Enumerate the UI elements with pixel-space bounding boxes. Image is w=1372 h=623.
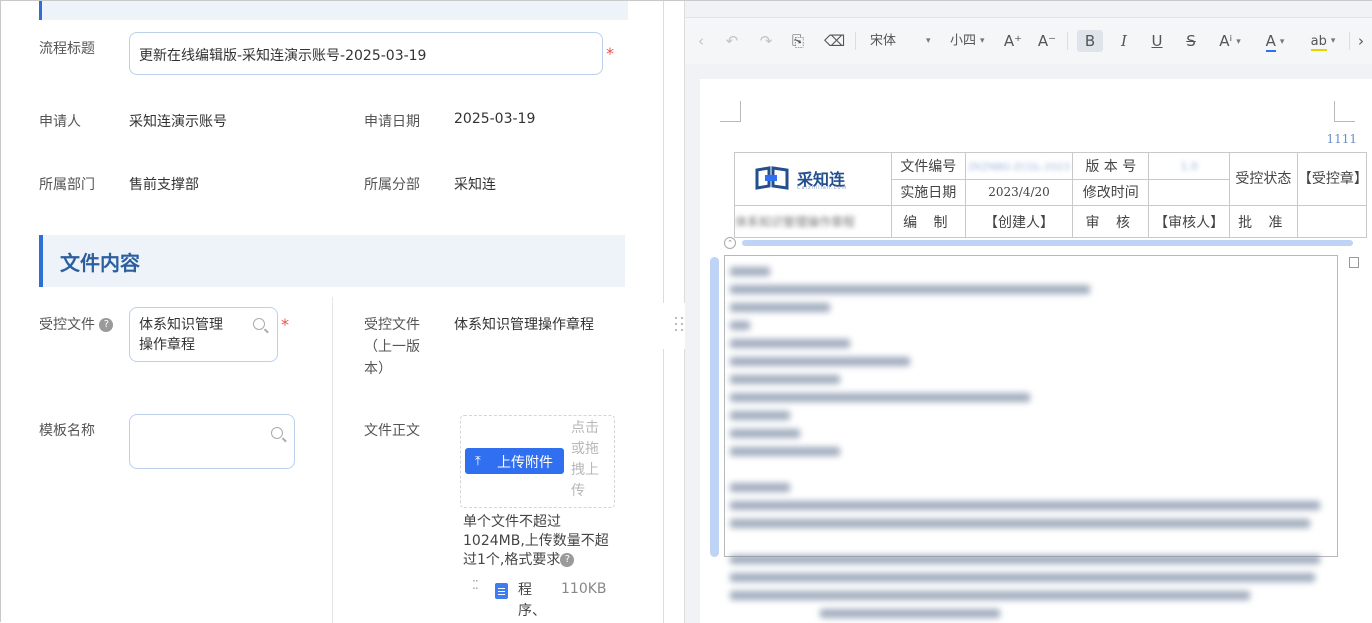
- apply-date-label: 申请日期: [364, 114, 420, 130]
- logo-subtext: Caizhilian.com: [797, 185, 848, 191]
- logo-cell: 采知连 Caizhilian.com: [734, 152, 892, 206]
- template-label: 模板名称: [39, 423, 95, 439]
- upload-icon: ⤒: [475, 454, 481, 469]
- search-icon[interactable]: [271, 427, 283, 439]
- review-value[interactable]: 【审核人】: [1148, 205, 1230, 238]
- section-title: 文件内容: [60, 251, 140, 275]
- doc-title-text: 体系知识管理操作章程: [735, 215, 856, 229]
- modify-value[interactable]: [1148, 178, 1230, 206]
- section-header-file-content: 文件内容: [39, 235, 625, 287]
- section-header-basic: [39, 1, 628, 20]
- search-icon[interactable]: [253, 318, 265, 330]
- prev-file-label: 受控文件（上一版本）: [364, 317, 420, 377]
- doc-no-value-text: ZKZNBG-ZCGL-2023: [968, 161, 1070, 173]
- status-label: 受控状态: [1228, 152, 1298, 206]
- highlight-label: ab: [1310, 33, 1327, 51]
- controlled-file-select[interactable]: 体系知识管理操作章程: [129, 307, 278, 362]
- highlight-button[interactable]: ab ▾: [1305, 30, 1341, 52]
- scroll-left-icon[interactable]: ‹: [695, 30, 707, 52]
- compile-value[interactable]: 【创建人】: [964, 205, 1074, 238]
- upload-rule: 单个文件不超过1024MB,上传数量不超过1个,格式要求?: [463, 513, 619, 570]
- scroll-right-icon[interactable]: ›: [1355, 30, 1367, 52]
- required-mark: *: [281, 315, 289, 334]
- impl-date-label: 实施日期: [890, 178, 966, 206]
- controlled-file-label-text: 受控文件: [39, 317, 95, 333]
- font-size-value: 小四: [950, 33, 977, 49]
- underline-button[interactable]: U: [1147, 30, 1167, 52]
- font-family-select[interactable]: 宋体 ▾: [870, 30, 932, 52]
- page-corner-mark: [1334, 101, 1355, 122]
- doc-no-label: 文件编号: [890, 152, 966, 180]
- drop-hint: 点击或拖拽上传: [571, 420, 599, 499]
- upload-rule-text: 单个文件不超过1024MB,上传数量不超过1个,格式要求: [463, 514, 609, 568]
- flow-title-label: 流程标题: [39, 41, 95, 57]
- word-file-icon: [495, 583, 508, 599]
- controlled-file-value: 体系知识管理操作章程: [139, 317, 223, 353]
- font-size-select[interactable]: 小四 ▾: [950, 30, 990, 52]
- template-select[interactable]: [129, 414, 295, 469]
- upload-button[interactable]: ⤒ 上传附件: [465, 448, 564, 474]
- applicant-label: 申请人: [39, 114, 81, 130]
- content-control-bar: [742, 240, 1353, 246]
- compile-label: 编 制: [890, 205, 966, 238]
- italic-button[interactable]: I: [1114, 30, 1134, 52]
- attachment-size: 110KB: [561, 581, 607, 597]
- company-logo-icon: [755, 166, 789, 190]
- page-number: 1111: [1326, 132, 1357, 146]
- branch-value: 采知连: [454, 177, 496, 193]
- apply-date-value: 2025-03-19: [454, 111, 536, 127]
- body-label: 文件正文: [364, 423, 420, 439]
- branch-label: 所属分部: [364, 177, 420, 193]
- dept-value: 售前支撑部: [129, 177, 199, 193]
- modify-label: 修改时间: [1072, 178, 1150, 206]
- strikethrough-button[interactable]: S: [1181, 30, 1201, 52]
- help-icon[interactable]: ?: [99, 318, 114, 332]
- grow-font-button[interactable]: A⁺: [1003, 30, 1023, 52]
- collapse-icon[interactable]: ⌃: [724, 237, 736, 249]
- font-family-value: 宋体: [870, 33, 897, 49]
- flow-title-input[interactable]: 更新在线编辑版-采知连演示账号-2025-03-19: [129, 32, 603, 75]
- page-corner-mark: [720, 101, 741, 122]
- content-control-sidebar: [710, 257, 719, 557]
- document-header-table: 采知连 Caizhilian.com 文件编号 ZKZNBG-ZCGL-2023…: [734, 152, 1368, 238]
- attachment-name[interactable]: 程序、: [518, 580, 546, 622]
- impl-date-value[interactable]: 2023/4/20: [964, 178, 1074, 206]
- undo-icon[interactable]: ↶: [723, 30, 741, 52]
- column-divider: [332, 297, 333, 623]
- dept-label: 所属部门: [39, 177, 95, 193]
- font-color-label: A: [1265, 32, 1276, 52]
- form-pane: 流程标题 更新在线编辑版-采知连演示账号-2025-03-19 * 申请人 采知…: [1, 1, 663, 623]
- superscript-button[interactable]: Aⁱ ▾: [1214, 30, 1246, 52]
- flow-title-value: 更新在线编辑版-采知连演示账号-2025-03-19: [139, 48, 427, 64]
- required-mark: *: [606, 44, 614, 63]
- editor-toolbar: ‹ ↶ ↷ ⎘ ⌫ 宋体 ▾ 小四 ▾ A⁺ A⁻ B I U S Aⁱ ▾ A ▾ a…: [685, 17, 1372, 64]
- eraser-icon[interactable]: ⌫: [824, 30, 845, 52]
- version-label: 版 本 号: [1072, 152, 1150, 180]
- superscript-label: Aⁱ: [1219, 32, 1233, 50]
- upload-button-label: 上传附件: [497, 455, 553, 471]
- doc-no-value[interactable]: ZKZNBG-ZCGL-2023: [964, 152, 1074, 180]
- redo-icon[interactable]: ↷: [757, 30, 775, 52]
- version-value[interactable]: 1.0: [1148, 152, 1230, 180]
- help-icon[interactable]: ?: [560, 553, 575, 567]
- bold-button[interactable]: B: [1077, 30, 1103, 52]
- blurred-body-text: [730, 267, 1330, 623]
- document-editor: ‹ ↶ ↷ ⎘ ⌫ 宋体 ▾ 小四 ▾ A⁺ A⁻ B I U S Aⁱ ▾ A ▾ a…: [685, 1, 1372, 623]
- controlled-file-label: 受控文件 ?: [39, 314, 114, 334]
- review-label: 审 核: [1072, 205, 1150, 238]
- approve-label: 批 准: [1228, 205, 1298, 238]
- status-value[interactable]: 【受控章】: [1296, 152, 1368, 206]
- doc-title-cell[interactable]: 体系知识管理操作章程: [734, 205, 892, 238]
- version-value-text: 1.0: [1180, 159, 1198, 173]
- drag-handle-icon[interactable]: ⁚⁚: [472, 579, 480, 591]
- format-painter-icon[interactable]: ⎘: [789, 30, 807, 52]
- font-color-button[interactable]: A ▾: [1259, 30, 1291, 52]
- shrink-font-button[interactable]: A⁻: [1037, 30, 1057, 52]
- applicant-value: 采知连演示账号: [129, 114, 227, 130]
- prev-file-value: 体系知识管理操作章程: [454, 317, 594, 333]
- copy-icon[interactable]: [1349, 257, 1359, 268]
- approve-value[interactable]: [1296, 205, 1368, 238]
